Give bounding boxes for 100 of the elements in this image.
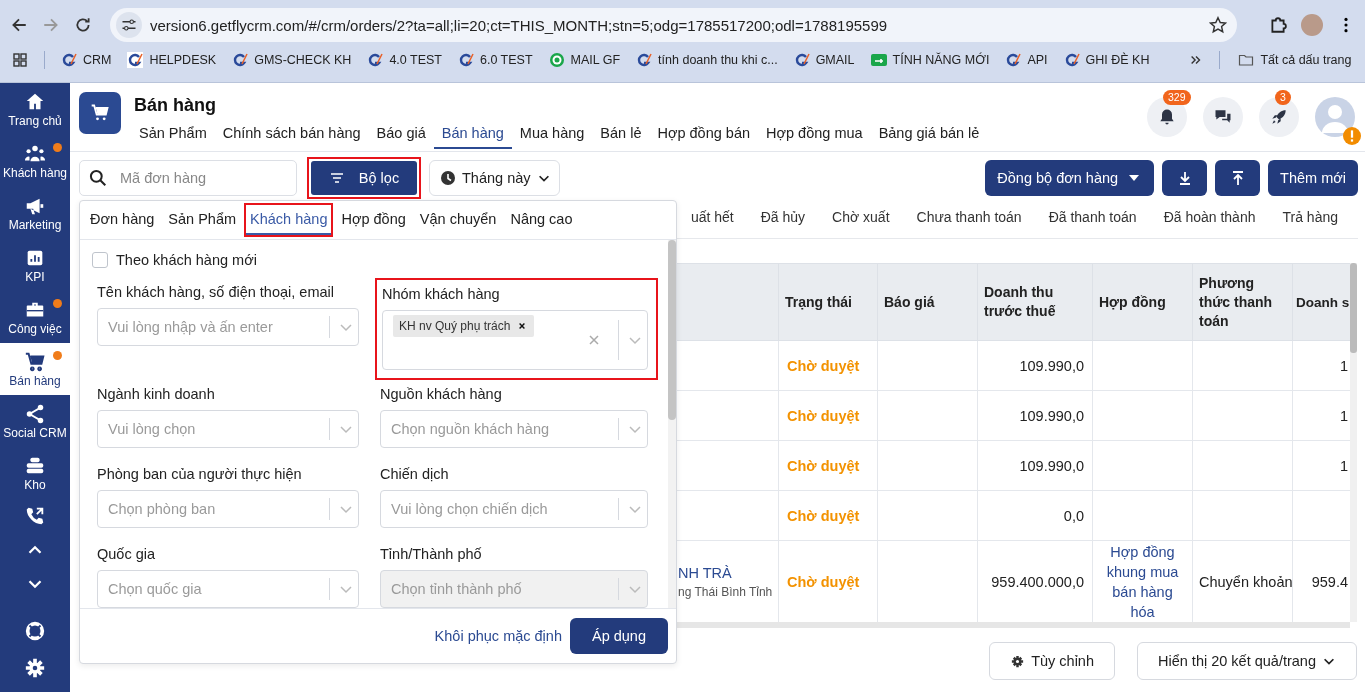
all-bookmarks[interactable]: Tất cả dấu trang [1238,52,1352,68]
sidebar-item[interactable]: Trang chủ [0,83,70,135]
nav-tab[interactable]: Chính sách bán hàng [214,121,369,149]
bookmark[interactable]: HELPDESK [127,52,217,68]
forward-icon[interactable] [42,16,60,34]
status-tab[interactable]: Đã hủy [760,209,806,238]
customer-address: ng Thái Bình Tỉnh [678,584,773,600]
filter-tab[interactable]: Đơn hàng [86,205,159,235]
add-new-button[interactable]: Thêm mới [1268,160,1358,196]
bookmark[interactable]: GMS-CHECK KH [232,52,352,68]
site-settings-icon[interactable] [116,12,142,38]
customize-button[interactable]: Tùy chỉnh [989,642,1115,680]
table-cell: 109.990,0 [1019,407,1084,424]
sidebar-item[interactable]: Khách hàng [0,135,70,187]
apply-button[interactable]: Áp dụng [569,618,668,654]
nav-tab[interactable]: Báo giá [368,121,434,149]
sidebar-item[interactable]: Công việc [0,291,70,343]
status-tab[interactable]: Chưa thanh toán [916,209,1022,238]
page-size-dropdown[interactable]: Hiển thị 20 kết quả/trang [1137,642,1357,680]
field-label: Quốc gia [97,546,157,562]
profile-avatar[interactable] [1301,14,1323,36]
user-avatar[interactable] [1315,97,1355,137]
bookmark[interactable]: MAIL GF [548,52,621,68]
filter-tab[interactable]: Vận chuyển [415,205,501,235]
settings-icon [1010,653,1026,669]
notification-count-badge: 329 [1163,90,1191,105]
status-tab[interactable]: Đã thanh toán [1048,209,1137,238]
column-header: Doanh thu trước thuế [977,263,1093,341]
sidebar-item[interactable]: Social CRM [0,395,70,447]
bookmark[interactable]: 4.0 TEST [367,52,442,68]
bookmark-favicon-icon [458,52,474,68]
field-label: Chiến dịch [380,466,450,482]
clock-icon [440,170,456,186]
sync-orders-button[interactable]: Đồng bộ đơn hàng [985,160,1155,196]
select-field[interactable]: KH nv Quý phụ trách [382,310,648,370]
bookmark-favicon-icon [232,52,249,68]
clear-icon[interactable] [588,334,600,346]
column-header: Phương thức thanh toán [1192,263,1293,341]
status-tab[interactable]: Chờ xuất [832,209,890,238]
status-tab[interactable]: uất hết [690,209,734,238]
bookmark[interactable]: GHI ĐÈ KH [1063,52,1150,68]
remove-icon[interactable] [518,322,527,330]
column-header: Hợp đồng [1092,263,1193,341]
table-cell: Chuyển khoản [1199,574,1293,590]
scrollbar[interactable] [677,622,1350,628]
filter-icon [328,170,345,186]
nav-tab[interactable]: Hợp đồng mua [758,121,871,149]
filter-tab[interactable]: Nâng cao [506,205,577,235]
bookmark[interactable]: tính doanh thu khi c... [636,52,778,68]
sidebar-item[interactable]: Kho [0,447,70,499]
period-dropdown[interactable]: Tháng này [429,160,560,196]
status-label: Chờ duyệt [787,407,860,424]
warning-icon [1343,127,1361,145]
bookmark[interactable]: API [1005,52,1048,68]
address-bar[interactable]: version6.getflycrm.com/#/crm/orders/2?ta=all;li=20;ct=THIS_MONTH;stn=5;odg=1785517200;odl=1788195599 [110,8,1237,42]
filter-tab[interactable]: Hợp đồng [337,205,410,235]
star-icon[interactable] [1209,16,1227,34]
bookmark-favicon-icon [548,52,565,68]
extensions-icon[interactable] [1269,16,1287,34]
nav-tab[interactable]: Bán hàng [433,121,512,149]
search-field[interactable]: Mã đơn hàng [79,160,297,196]
bookmark[interactable]: TÍNH NĂNG MỚI [870,52,990,68]
bookmark-favicon-icon [367,52,384,68]
field-label: Tỉnh/Thành phố [380,546,483,562]
table-cell: 109.990,0 [1019,357,1084,374]
scrollbar[interactable] [1350,263,1357,622]
bookmark[interactable]: 6.0 TEST [458,52,533,68]
status-tab[interactable]: Đã hoàn thành [1163,209,1256,238]
sidebar-item[interactable]: Marketing [0,187,70,239]
nav-tab[interactable]: Hợp đồng bán [649,121,759,149]
customer-link[interactable]: NH TRÀ [678,564,732,581]
back-icon[interactable] [10,16,28,34]
bookmark[interactable]: GMAIL [793,52,855,68]
chat-button[interactable] [1203,97,1243,137]
nav-tab[interactable]: Bán lẻ [592,121,650,149]
bookmark-favicon-icon [636,52,653,68]
bookmark-favicon-icon [870,52,887,68]
status-tab[interactable]: Trả hàng [1282,209,1338,238]
table-cell: 959.4 [1311,574,1348,590]
upload-button[interactable] [1215,160,1261,196]
filter-button[interactable]: Bộ lọc [311,161,417,195]
bookmark-favicon-icon [127,52,144,68]
apps-icon[interactable] [12,52,28,68]
nav-tab[interactable]: Bảng giá bán lẻ [870,121,988,149]
nav-tab[interactable]: Sản Phẩm [131,121,215,149]
table-cell: 1 [1339,407,1348,424]
reset-link[interactable]: Khôi phục mặc định [434,628,562,644]
bookmark[interactable]: CRM [61,52,112,68]
nav-tab[interactable]: Mua hàng [511,121,593,149]
checkbox[interactable] [92,252,108,268]
sidebar-item[interactable]: Bán hàng [0,343,70,395]
filter-tab[interactable]: Khách hàng [246,205,332,235]
filter-tab[interactable]: Sản Phẩm [164,205,241,235]
download-button[interactable] [1162,160,1208,196]
sidebar-item[interactable]: KPI [0,239,70,291]
table-cell: 1 [1339,457,1348,474]
table-cell: 109.990,0 [1019,457,1084,474]
scrollbar[interactable] [668,240,676,608]
reload-icon[interactable] [74,16,92,34]
table-cell: 0,0 [1063,507,1084,524]
